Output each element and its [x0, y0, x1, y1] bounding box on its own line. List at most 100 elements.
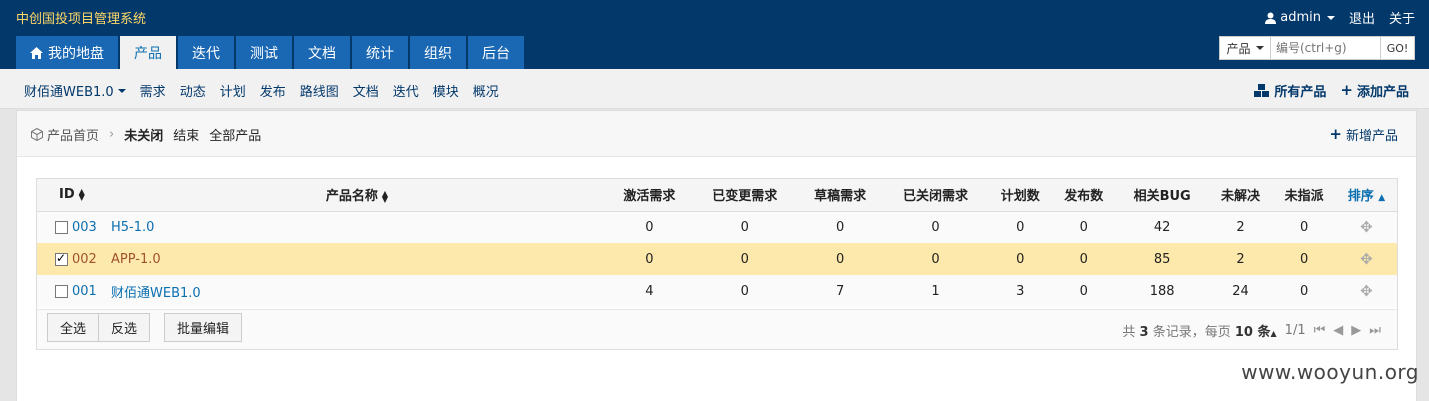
add-product-link[interactable]: + 添加产品 [1340, 81, 1409, 101]
app-title[interactable]: 中创国投项目管理系统 [16, 8, 146, 27]
sub-nav-item[interactable]: 发布 [260, 81, 286, 100]
user-menu[interactable]: admin [1265, 10, 1335, 25]
per-page-value: 10 [1234, 325, 1253, 340]
col-unassigned[interactable]: 未指派 [1272, 179, 1336, 212]
cell-releases: 0 [1079, 251, 1088, 267]
row-id[interactable]: 003 [72, 220, 97, 235]
filter-not-closed[interactable]: 未关闭 [124, 125, 163, 144]
search-input[interactable] [1271, 36, 1381, 60]
app-header: 中创国投项目管理系统 admin 退出 关于 我的地盘 产品 迭代 测试 文档 … [0, 0, 1429, 69]
move-icon[interactable]: ✥ [1360, 282, 1373, 300]
col-order-label: 排序 [1347, 189, 1374, 205]
col-closed[interactable]: 已关闭需求 [882, 179, 989, 212]
col-bugs[interactable]: 相关BUG [1115, 179, 1209, 212]
per-page-unit: 条 [1257, 325, 1271, 340]
sub-nav-item[interactable]: 动态 [180, 81, 206, 100]
tab-stats[interactable]: 统计 [352, 36, 408, 69]
about-link[interactable]: 关于 [1389, 8, 1415, 27]
add-product-label: 添加产品 [1356, 85, 1409, 100]
filter-closed[interactable]: 结束 [173, 125, 199, 144]
row-name[interactable]: H5-1.0 [107, 211, 607, 243]
cell-releases: 0 [1079, 283, 1088, 299]
logout-link[interactable]: 退出 [1349, 8, 1375, 27]
col-unresolved[interactable]: 未解决 [1208, 179, 1273, 212]
tab-iteration-label: 迭代 [192, 45, 220, 62]
tab-admin[interactable]: 后台 [468, 36, 524, 69]
sub-nav-item[interactable]: 需求 [140, 81, 166, 100]
search-go-button[interactable]: GO! [1381, 36, 1415, 60]
new-product-button[interactable]: + 新增产品 [1329, 125, 1398, 145]
caret-down-icon [1255, 46, 1264, 50]
sub-nav-item[interactable]: 迭代 [393, 81, 419, 100]
cell-unresolved: 2 [1236, 219, 1245, 235]
cell-unassigned: 0 [1299, 251, 1309, 267]
cell-changed: 0 [740, 283, 749, 299]
table-row[interactable]: 003 H5-1.0 0 0 0 0 0 0 42 2 0 ✥ [37, 211, 1397, 243]
col-active[interactable]: 激活需求 [607, 179, 692, 212]
product-table: ID ▲ ▼ 产品名称 ▲ ▼ 激活需求 已变更需求 草稿需求 已关闭需求 计划数 发布… [36, 178, 1398, 350]
pager-summary: 共 3 条记录，每页 10 条▲ [1122, 321, 1276, 340]
next-page-icon[interactable]: ▶ [1351, 323, 1361, 338]
sub-nav-item[interactable]: 概况 [473, 81, 499, 100]
product-switcher[interactable]: 财佰通WEB1.0 [24, 81, 126, 100]
cubes-icon [1254, 84, 1270, 97]
col-plans[interactable]: 计划数 [988, 179, 1053, 212]
selection-button-group: 全选 反选 [47, 313, 151, 342]
per-page-select[interactable]: 10 条▲ [1235, 325, 1277, 340]
pager-total-prefix: 共 [1122, 325, 1136, 340]
tab-iteration[interactable]: 迭代 [178, 36, 234, 69]
tab-product[interactable]: 产品 [120, 36, 176, 69]
row-id[interactable]: 002 [72, 252, 97, 267]
col-name[interactable]: 产品名称 ▲ ▼ [107, 179, 607, 212]
search-type-select[interactable]: 产品 [1219, 36, 1271, 60]
pager: 共 3 条记录，每页 10 条▲ 1/1 ⏮ ◀ ▶ ⏭ [1122, 321, 1381, 340]
col-draft[interactable]: 草稿需求 [797, 179, 883, 212]
tab-test[interactable]: 测试 [236, 36, 292, 69]
tab-admin-label: 后台 [482, 45, 510, 62]
pager-total: 3 [1139, 325, 1149, 340]
row-id[interactable]: 001 [72, 284, 97, 299]
table-row[interactable]: 001 财佰通WEB1.0 4 0 7 1 3 0 188 24 0 ✥ [37, 275, 1397, 307]
cell-active: 0 [645, 251, 654, 267]
new-product-label: 新增产品 [1345, 129, 1398, 144]
tab-stats-label: 统计 [366, 45, 394, 62]
invert-selection-button[interactable]: 反选 [99, 313, 151, 342]
plus-icon: + [1340, 81, 1353, 99]
col-order[interactable]: 排序 ▲ [1335, 179, 1397, 212]
sub-nav-item[interactable]: 模块 [433, 81, 459, 100]
row-checkbox[interactable] [55, 284, 68, 298]
sub-nav-item[interactable]: 计划 [220, 81, 246, 100]
batch-edit-button[interactable]: 批量编辑 [164, 313, 243, 342]
col-id[interactable]: ID ▲ ▼ [37, 179, 107, 212]
cell-active: 0 [645, 219, 654, 235]
tab-org[interactable]: 组织 [410, 36, 466, 69]
last-page-icon[interactable]: ⏭ [1369, 323, 1381, 338]
move-icon[interactable]: ✥ [1360, 250, 1373, 268]
cell-unassigned: 0 [1299, 283, 1309, 299]
tab-doc[interactable]: 文档 [294, 36, 350, 69]
select-all-button[interactable]: 全选 [47, 313, 100, 342]
page-indicator: 1/1 [1284, 323, 1306, 338]
all-products-link[interactable]: 所有产品 [1254, 81, 1326, 100]
first-page-icon[interactable]: ⏮ [1314, 323, 1326, 338]
cell-draft: 7 [835, 283, 845, 299]
tab-my[interactable]: 我的地盘 [16, 36, 118, 69]
move-icon[interactable]: ✥ [1360, 218, 1373, 236]
cell-active: 4 [645, 283, 654, 299]
cell-plans: 0 [1016, 219, 1025, 235]
filter-all[interactable]: 全部产品 [209, 125, 261, 144]
breadcrumb-home[interactable]: 产品首页 [31, 125, 99, 144]
user-icon [1265, 12, 1277, 24]
row-checkbox[interactable] [55, 251, 68, 266]
table-row[interactable]: 002 APP-1.0 0 0 0 0 0 0 85 2 0 ✥ [37, 243, 1397, 275]
row-checkbox[interactable] [55, 220, 68, 234]
sub-nav-item[interactable]: 文档 [353, 81, 379, 100]
row-name[interactable]: APP-1.0 [107, 243, 607, 275]
row-name[interactable]: 财佰通WEB1.0 [107, 275, 607, 307]
prev-page-icon[interactable]: ◀ [1333, 323, 1343, 338]
sub-nav-item[interactable]: 路线图 [300, 81, 339, 100]
cell-changed: 0 [740, 219, 749, 235]
col-releases[interactable]: 发布数 [1052, 179, 1116, 212]
home-icon [30, 46, 43, 59]
col-changed[interactable]: 已变更需求 [691, 179, 798, 212]
